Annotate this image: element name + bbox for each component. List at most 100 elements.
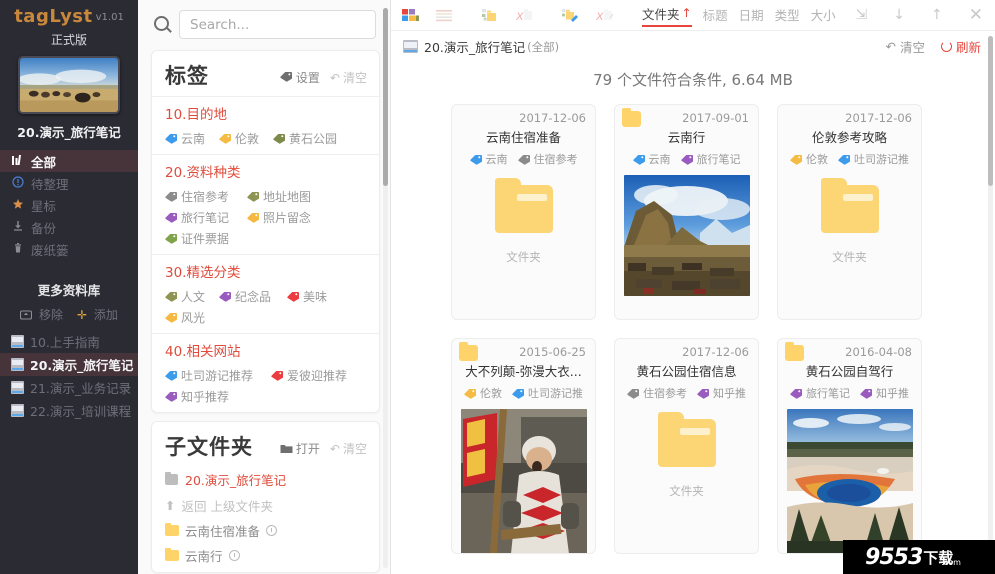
file-card[interactable]: 2015-06-25 大不列颠-弥漫大衣... 伦敦 吐司游记推 (451, 338, 596, 554)
subfolder-title: 子文件夹 (165, 435, 253, 459)
main-panel: X X 文件夹 ↑ 标题 日期 类型 大小 ⇲ ↓ ↑ ✕ 20.演示_旅行笔记… (391, 0, 995, 574)
remove-tag-icon[interactable]: X (515, 7, 534, 24)
add-library-button[interactable]: ✛ 添加 (77, 306, 118, 323)
sidebar-item-pending[interactable]: 待整理 (0, 172, 138, 194)
undo-icon: ↶ (329, 70, 340, 85)
tag-item[interactable]: 爱彼迎推荐 (271, 367, 347, 384)
tag-item[interactable]: 人文 (165, 288, 219, 305)
subfolder-clear-button[interactable]: ↶ 清空 (330, 440, 367, 457)
file-title: 伦敦参考攻略 (811, 130, 887, 145)
tag-item[interactable]: 伦敦 (219, 130, 259, 147)
file-tag-label: 知乎推 (713, 387, 746, 400)
minimize-restore-icon[interactable]: ⇲ (856, 7, 868, 23)
file-tag[interactable]: 知乎推 (860, 385, 909, 401)
tags-panel-scrollbar-thumb[interactable] (383, 8, 388, 186)
tag-item[interactable]: 住宿参考 (165, 188, 247, 205)
sidebar-item-backup[interactable]: 备份 (0, 216, 138, 238)
file-type-label: 文件夹 (669, 484, 704, 498)
sort-tab-label: 文件夹 (642, 6, 680, 22)
main-scrollbar-thumb[interactable] (988, 36, 993, 186)
close-icon[interactable]: ✕ (969, 5, 983, 25)
file-tag[interactable]: 住宿参考 (517, 151, 578, 167)
file-card[interactable]: 2017-12-06 伦敦参考攻略 伦敦 吐司游记推 文件夹 (777, 104, 922, 320)
sidebar-item-starred[interactable]: 星标 (0, 194, 138, 216)
library-item[interactable]: 21.演示_业务记录 (0, 376, 138, 399)
maximize-icon[interactable]: ↑ (931, 7, 943, 23)
file-card[interactable]: 2016-04-08 黄石公园自驾行 旅行笔记 知乎推 (777, 338, 922, 554)
sort-tab-date[interactable]: 日期 (739, 5, 764, 27)
file-tag[interactable]: 伦敦 (790, 151, 828, 167)
file-tag-label: 知乎推 (876, 387, 909, 400)
tag-item[interactable]: 云南 (165, 130, 205, 147)
list-view-icon[interactable] (435, 7, 454, 24)
add-tag-icon[interactable] (481, 7, 500, 24)
grid-view-icon[interactable] (401, 7, 420, 24)
file-tags: 云南 住宿参考 (452, 151, 595, 167)
file-card[interactable]: 2017-09-01 云南行 云南 旅行笔记 (614, 104, 759, 320)
tag-item[interactable]: 照片留念 (247, 209, 311, 226)
file-date: 2015-06-25 (519, 345, 586, 359)
tag-item[interactable]: 美味 (287, 288, 327, 305)
tag-item[interactable]: 黄石公园 (273, 130, 337, 147)
subfolder-open-button[interactable]: 打开 (280, 440, 320, 457)
file-tag[interactable]: 伦敦 (464, 385, 502, 401)
file-type-label: 文件夹 (832, 250, 867, 264)
minimize-icon[interactable]: ↓ (893, 7, 905, 23)
library-item-active[interactable]: 20.演示_旅行笔记 (0, 353, 138, 376)
file-tag[interactable]: 云南 (469, 151, 508, 167)
tag-settings-button[interactable]: 设置 (280, 69, 320, 86)
tag-label: 旅行笔记 (181, 211, 230, 225)
more-libraries-title: 更多资料库 (37, 283, 101, 298)
tag-item[interactable]: 吐司游记推荐 (165, 367, 271, 384)
tag-label: 吐司游记推荐 (181, 369, 254, 383)
tag-item[interactable]: 证件票据 (165, 230, 247, 247)
library-item[interactable]: 22.演示_培训课程 (0, 399, 138, 422)
refresh-button[interactable]: 刷新 (940, 37, 981, 56)
sort-tab-folder[interactable]: 文件夹 ↑ (642, 4, 692, 27)
sidebar-item-trash[interactable]: 废纸篓 (0, 238, 138, 260)
folder-icon (165, 548, 179, 561)
tag-icon (287, 291, 300, 302)
tag-icon (165, 212, 178, 223)
sort-tab-type[interactable]: 类型 (775, 5, 800, 27)
file-tag[interactable]: 吐司游记推 (838, 151, 909, 167)
file-tag[interactable]: 云南 (632, 151, 671, 167)
subfolder-back[interactable]: ⬆ 返回 上级文件夹 (152, 493, 379, 518)
tag-icon (165, 133, 178, 144)
clear-tag-icon[interactable]: X (595, 7, 614, 24)
file-card-top: 2017-09-01 (615, 105, 758, 127)
search-input[interactable] (179, 10, 376, 39)
breadcrumb-library[interactable]: 20.演示_旅行笔记 (424, 37, 525, 56)
tag-clear-button[interactable]: ↶ 清空 (330, 69, 367, 86)
library-thumbnail[interactable] (18, 56, 120, 114)
tag-item[interactable]: 旅行笔记 (165, 209, 247, 226)
file-tag[interactable]: 吐司游记推 (512, 385, 583, 401)
trash-icon (11, 242, 25, 256)
sort-tab-size[interactable]: 大小 (811, 5, 836, 27)
file-tag[interactable]: 旅行笔记 (790, 385, 850, 401)
subfolder-item[interactable]: 云南行 (152, 543, 379, 568)
file-tag[interactable]: 旅行笔记 (680, 151, 741, 167)
file-tag[interactable]: 知乎推 (697, 385, 746, 401)
tag-label: 美味 (303, 290, 328, 304)
sort-tab-title[interactable]: 标题 (703, 5, 728, 27)
tag-icon (165, 233, 178, 244)
file-card[interactable]: 2017-12-06 云南住宿准备 云南 住宿参考 文件夹 (451, 104, 596, 320)
clear-filter-button[interactable]: ↶ 清空 (885, 37, 925, 56)
sidebar-item-all[interactable]: 全部 (0, 150, 138, 172)
undo-icon: ↶ (329, 441, 340, 456)
file-tag[interactable]: 住宿参考 (627, 385, 687, 401)
breadcrumb: 20.演示_旅行笔记 (全部) ↶ 清空 刷新 (391, 31, 995, 56)
tag-item[interactable]: 纪念品 (219, 288, 287, 305)
svg-text:X: X (595, 11, 604, 23)
tag-item[interactable]: 风光 (165, 309, 219, 326)
edit-tag-icon[interactable] (561, 7, 580, 24)
remove-library-button[interactable]: 移除 (20, 306, 63, 323)
tag-item[interactable]: 地址地图 (247, 188, 311, 205)
subfolder-item[interactable]: 云南住宿准备 (152, 518, 379, 543)
tag-item[interactable]: 知乎推荐 (165, 388, 271, 405)
subfolder-current[interactable]: 20.演示_旅行笔记 (152, 467, 379, 493)
file-card[interactable]: 2017-12-06 黄石公园住宿信息 住宿参考 知乎推 文件夹 (614, 338, 759, 554)
library-item[interactable]: 10.上手指南 (0, 330, 138, 353)
tag-list: 吐司游记推荐 爱彼迎推荐 知乎推荐 (165, 363, 366, 405)
